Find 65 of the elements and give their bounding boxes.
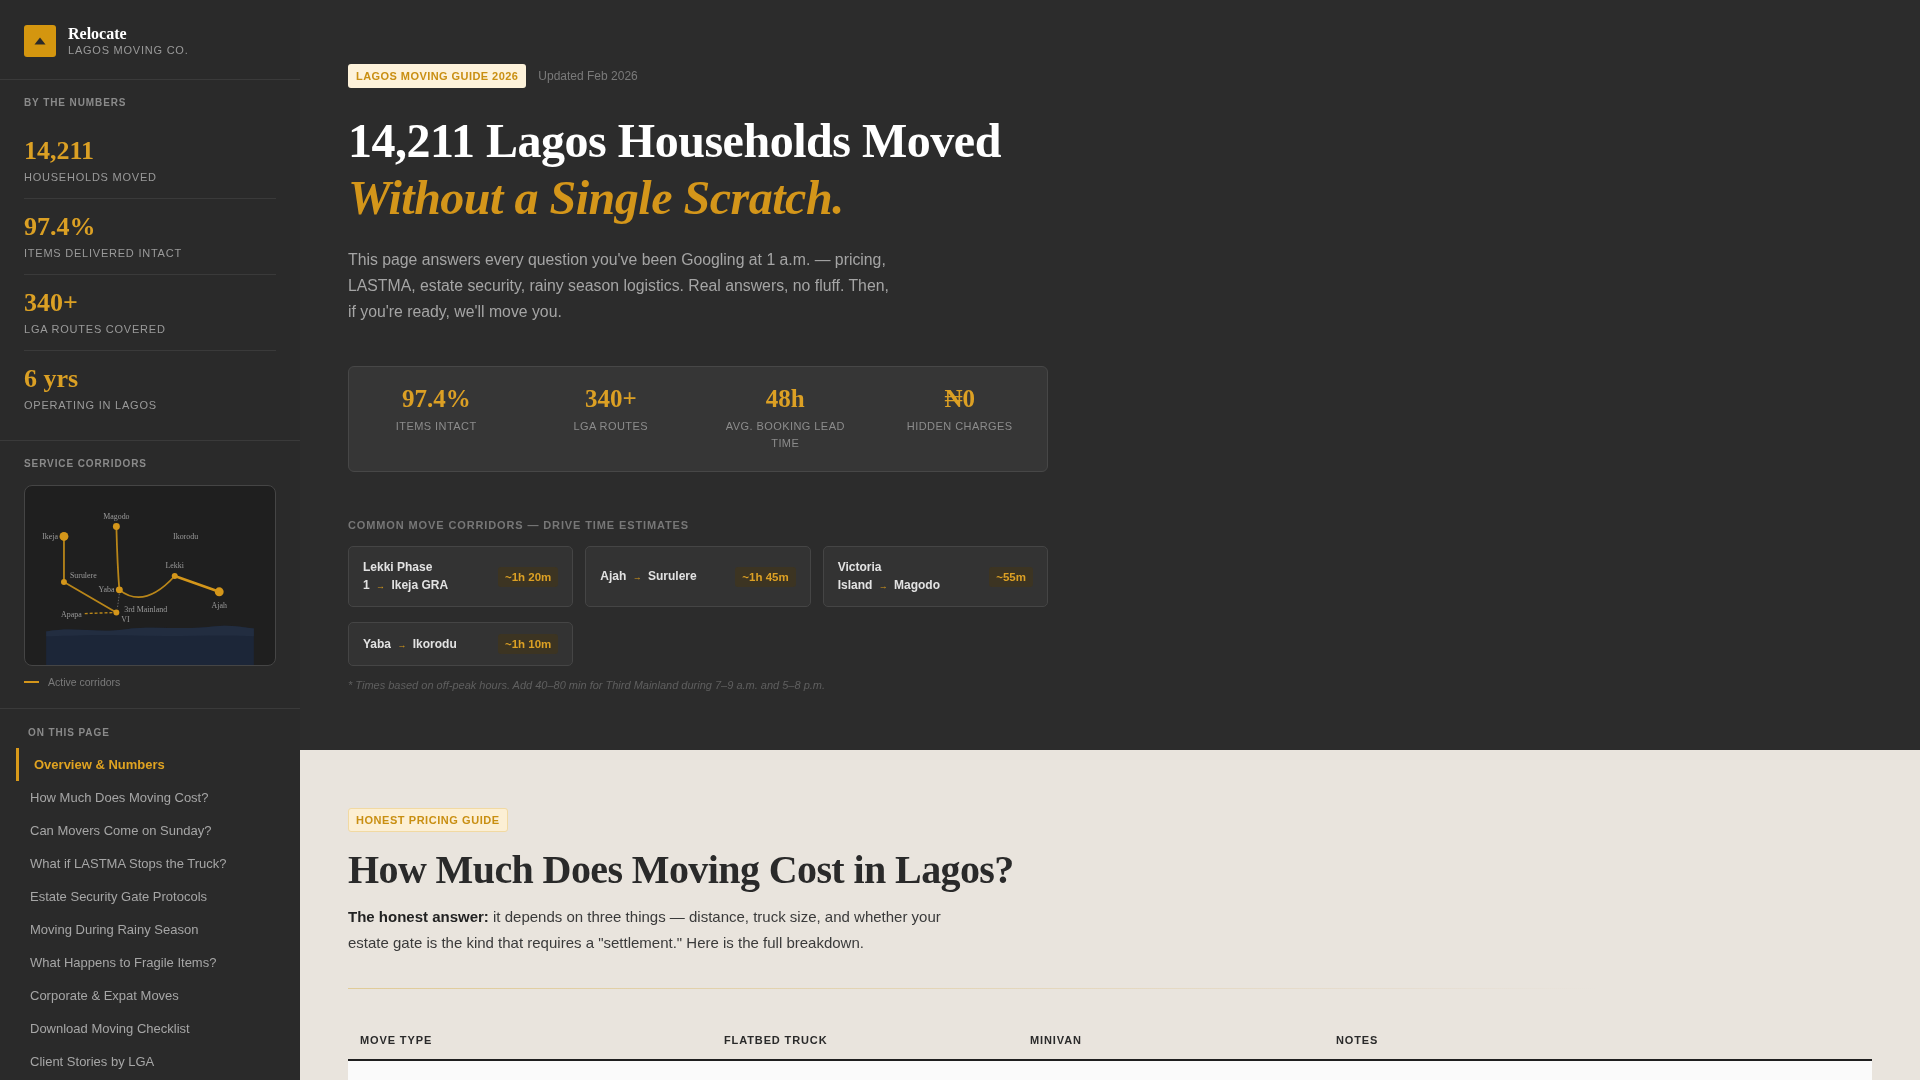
intro-text: This page answers every question you've been Googling at 1 a.m. — pricing, LASTMA, estate security, rainy season logistics. Real answers, no fluff. Then, if you're ready, we'll move you. — [348, 250, 890, 322]
stat-value: 340+ — [24, 287, 78, 319]
guide-tag: LAGOS MOVING GUIDE 2026 — [348, 64, 527, 88]
nav-link[interactable]: Client Stories by LGA — [16, 1045, 167, 1078]
map-label: 3rd Mainland — [124, 604, 168, 614]
stat-label: ITEMS DELIVERED INTACT — [24, 246, 182, 260]
stat-value: 97.4% — [24, 211, 96, 243]
stat-label: HOUSEHOLDS MOVED — [24, 170, 157, 184]
stat-value: ₦0 — [944, 384, 976, 414]
map-label: Magodo — [103, 511, 130, 521]
drive-time-tag: ~1h 10m — [497, 634, 559, 654]
drive-time-tag: ~1h 45m — [735, 566, 796, 587]
map-label: Surulere — [69, 570, 97, 580]
stat-label: LGA ROUTES — [573, 419, 649, 434]
column-header: MOVE TYPE — [360, 1033, 433, 1047]
map-label: Ikeja — [42, 532, 59, 542]
stat-value: 6 yrs — [24, 363, 79, 395]
nav-link[interactable]: Corporate & Expat Moves — [16, 979, 191, 1012]
map-label: Yaba — [98, 584, 115, 594]
drive-time-tag: ~1h 20m — [497, 566, 559, 587]
stat-value: 97.4% — [401, 384, 471, 414]
section-heading: COMMON MOVE CORRIDORS — DRIVE TIME ESTIMATES — [348, 518, 690, 532]
updated-date: Updated Feb 2026 — [538, 69, 638, 83]
page-title: 14,211 Lagos Households Moved — [348, 113, 1001, 169]
route-label: Lekki Phase 1 → Ikeja GRA — [363, 559, 450, 594]
section-heading: ON THIS PAGE — [28, 726, 110, 740]
map-label: Apapa — [61, 609, 82, 619]
column-header: MINIVAN — [1030, 1033, 1082, 1047]
map-label: Ikorodu — [173, 532, 199, 542]
map-label: VI — [121, 615, 130, 625]
stat-label: HIDDEN CHARGES — [906, 419, 1013, 434]
map-label: Lekki — [165, 561, 184, 571]
section-heading: SERVICE CORRIDORS — [24, 457, 147, 471]
stat-label: LGA ROUTES COVERED — [24, 322, 166, 336]
section-heading: BY THE NUMBERS — [24, 96, 127, 110]
guide-tag: HONEST PRICING GUIDE — [348, 808, 508, 832]
intro-text: The honest answer: it depends on three things — distance, truck size, and whether your estate gate is the kind that requires a "settlement." Here is the full breakdown. — [348, 907, 942, 953]
brand-tagline: LAGOS MOVING CO. — [68, 43, 189, 57]
nav-link[interactable]: Estate Security Gate Protocols — [16, 880, 220, 913]
map-label: Ajah — [211, 600, 227, 610]
stat-value: 340+ — [584, 384, 637, 414]
route-label: Yaba → Ikorodu — [363, 635, 457, 653]
route-label: Victoria Island → Magodo — [837, 559, 942, 594]
brand-name: Relocate — [68, 24, 128, 43]
page-title-accent: Without a Single Scratch. — [348, 170, 844, 226]
stat-label: OPERATING IN LAGOS — [24, 398, 157, 412]
nav-link[interactable]: Overview & Numbers — [16, 748, 177, 781]
nav-link[interactable]: Download Moving Checklist — [16, 1012, 202, 1045]
route-label: Ajah → Surulere — [600, 568, 697, 585]
logo-icon — [24, 24, 56, 57]
nav-link[interactable]: How Much Does Moving Cost? — [16, 781, 221, 814]
drive-time-tag: ~55m — [989, 566, 1033, 587]
column-header: FLATBED TRUCK — [724, 1033, 828, 1047]
stat-value: 14,211 — [24, 135, 95, 167]
stat-label: AVG. BOOKING LEAD TIME — [724, 419, 846, 451]
column-header: NOTES — [1336, 1033, 1379, 1047]
stat-label: ITEMS INTACT — [395, 419, 477, 434]
nav-link[interactable]: What if LASTMA Stops the Truck? — [16, 847, 239, 880]
section-title: How Much Does Moving Cost in Lagos? — [348, 846, 1014, 894]
nav-link[interactable]: Can Movers Come on Sunday? — [16, 814, 224, 847]
legend-line-icon — [24, 681, 39, 683]
nav-link[interactable]: What Happens to Fragile Items? — [16, 946, 229, 979]
legend-label: Active corridors — [48, 675, 121, 689]
stat-value: 48h — [765, 384, 805, 414]
nav-link[interactable]: Moving During Rainy Season — [16, 913, 211, 946]
